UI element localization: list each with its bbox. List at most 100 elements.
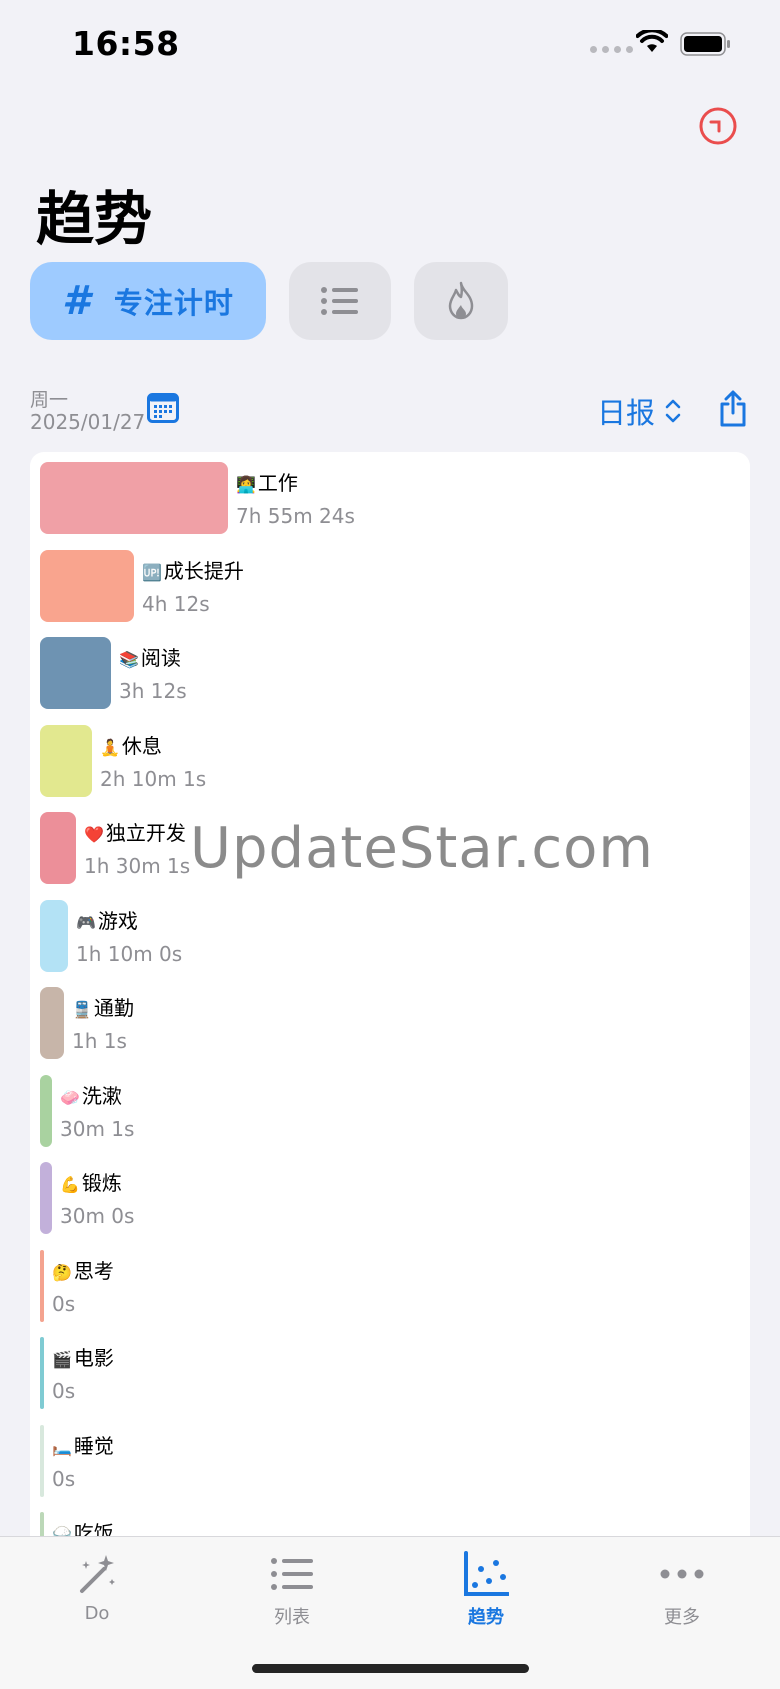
category-emoji-icon: ❤️ [84,825,104,844]
chevron-up-down-icon [665,399,681,423]
category-label-line: 📚 阅读 [119,637,187,673]
category-duration-bar [40,987,64,1059]
status-bar: 16:58 [0,0,780,90]
list-segment[interactable] [289,262,391,340]
flame-icon [448,281,474,320]
date-label: 2025/01/27 [30,410,146,434]
status-time: 16:58 [72,24,180,63]
tab-list-label: 列表 [274,1607,310,1628]
timer-icon[interactable] [698,106,738,146]
category-text: ❤️ 独立开发 1h 30m 1s [84,812,190,879]
category-emoji-icon: 🆙 [142,562,162,582]
category-name: 通勤 [93,996,134,1020]
battery-icon [680,32,730,56]
category-label-line: 🛏️ 睡觉 [52,1425,114,1461]
category-name: 思考 [73,1258,114,1283]
category-duration: 2h 10m 1s [100,766,207,791]
home-indicator [252,1664,529,1673]
category-name: 电影 [73,1346,114,1370]
list-icon [271,1558,313,1590]
streak-segment[interactable] [414,262,508,340]
category-duration-bar [40,899,68,972]
wifi-icon [636,30,668,52]
category-text: 🛏️ 睡觉 0s [52,1425,114,1492]
category-text: 📚 阅读 3h 12s [119,637,187,704]
category-duration: 1h 1s [72,1029,127,1053]
tab-trends-label: 趋势 [468,1607,504,1628]
category-emoji-icon: 🚆 [72,1000,92,1019]
category-emoji-icon: 🧘 [100,737,120,757]
category-duration: 0s [52,1466,76,1491]
category-text: 🎬 电影 0s [52,1337,114,1404]
category-text: 🚆 通勤 1h 1s [72,987,134,1054]
category-duration: 1h 30m 1s [84,854,191,878]
category-duration: 30m 0s [60,1204,135,1228]
category-name: 工作 [257,471,298,495]
report-type-picker[interactable]: 日报 [597,390,681,432]
category-duration-bar [40,637,111,709]
category-emoji-icon: 📚 [119,650,139,669]
magic-wand-icon [80,1555,115,1593]
tab-do[interactable]: Do [37,1551,157,1624]
category-label-line: 💪 锻炼 [60,1162,134,1198]
category-name: 阅读 [140,646,181,670]
category-text: 🧼 洗漱 30m 1s [60,1075,134,1142]
category-label-line: 🧘 休息 [100,725,206,761]
calendar-icon[interactable] [147,393,179,423]
category-text: 👩‍💻 工作 7h 55m 24s [236,462,355,529]
list-icon [321,287,358,315]
category-duration-card: 👩‍💻 工作 7h 55m 24s 🆙 成长提升 4h 12s 📚 阅读 3h 12s 🧘 休息 2h… [30,452,750,1552]
category-text: 🎮 游戏 1h 10m 0s [76,900,182,967]
category-label-line: 🆙 成长提升 [142,550,244,586]
category-duration-bar [40,1424,44,1497]
category-duration: 0s [52,1379,76,1403]
category-label-line: 🧼 洗漱 [60,1075,134,1111]
page-title: 趋势 [36,185,153,253]
share-icon[interactable] [718,390,748,428]
scatter-chart-icon [464,1551,509,1596]
report-type-label: 日报 [597,396,656,430]
category-duration-bar [40,1249,44,1322]
category-duration: 4h 12s [142,591,210,616]
category-duration: 3h 12s [119,679,187,703]
category-text: 🆙 成长提升 4h 12s [142,550,244,617]
category-emoji-icon: 🤔 [52,1262,72,1282]
category-name: 独立开发 [105,821,186,845]
category-name: 游戏 [97,908,138,933]
watermark: UpdateStar.com [190,816,654,881]
category-duration-bar [40,812,76,884]
category-emoji-icon: 🧼 [60,1087,80,1107]
category-name: 成长提升 [163,558,244,583]
cellular-signal-icon [590,46,633,53]
category-duration: 30m 1s [60,1116,135,1141]
hash-icon: # [62,278,90,324]
category-duration: 0s [52,1291,76,1316]
category-duration-bar [40,1337,44,1409]
category-duration: 7h 55m 24s [236,504,355,528]
category-name: 锻炼 [81,1171,122,1195]
category-duration-bar [40,549,134,622]
category-text: 💪 锻炼 30m 0s [60,1162,134,1229]
category-label-line: ❤️ 独立开发 [84,812,190,848]
category-name: 睡觉 [73,1433,114,1458]
category-duration-bar [40,462,228,534]
category-emoji-icon: 🎬 [52,1350,72,1369]
category-duration-bar [40,1074,52,1147]
tab-trends[interactable]: 趋势 [426,1551,546,1629]
category-name: 洗漱 [81,1083,122,1108]
focus-timer-segment[interactable]: # 专注计时 [30,262,266,340]
tab-do-label: Do [84,1603,110,1624]
tab-more[interactable]: 更多 [622,1551,742,1629]
category-text: 🧘 休息 2h 10m 1s [100,725,206,792]
more-dots-icon [660,1569,704,1579]
focus-timer-label: 专注计时 [113,286,234,320]
category-emoji-icon: 💪 [60,1175,80,1194]
category-label-line: 🎮 游戏 [76,900,182,936]
category-emoji-icon: 👩‍💻 [236,475,256,494]
tab-list[interactable]: 列表 [232,1551,352,1629]
category-name: 休息 [121,733,162,758]
category-text: 🤔 思考 0s [52,1250,114,1317]
category-label-line: 🎬 电影 [52,1337,114,1373]
category-label-line: 👩‍💻 工作 [236,462,355,498]
category-label-line: 🚆 通勤 [72,987,134,1023]
